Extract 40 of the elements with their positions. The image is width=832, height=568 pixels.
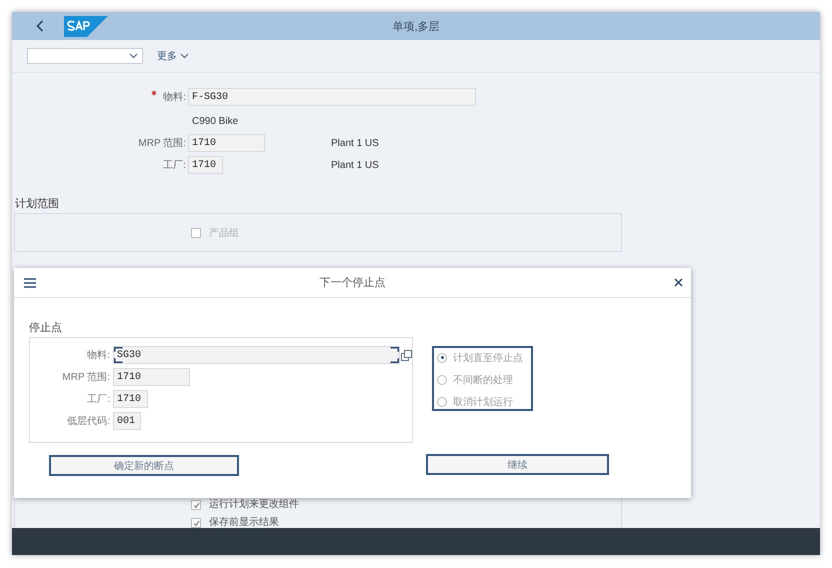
field-label: 工厂: (163, 159, 186, 172)
radio-icon[interactable] (437, 352, 447, 362)
input-field[interactable]: 001 (113, 412, 141, 430)
radio-icon[interactable] (437, 374, 447, 384)
checkbox-label: 产品组 (209, 226, 239, 240)
section-title: 停止点 (29, 320, 63, 335)
input-field[interactable]: SG30 (113, 346, 400, 364)
input-field[interactable]: F-SG30 (188, 88, 476, 106)
input-field[interactable]: 1710 (113, 368, 190, 386)
copy-icon[interactable] (401, 350, 412, 360)
field-label: 物料: (163, 90, 186, 104)
dropdown-field[interactable] (27, 48, 143, 64)
page-title: 单项,多层 (392, 20, 440, 32)
radio-icon[interactable] (437, 396, 447, 406)
chevron-down-icon (180, 53, 189, 59)
input-field[interactable]: 1710 (188, 134, 265, 152)
field-description: C990 Bike (192, 116, 238, 126)
checkbox-label: 保存前显示结果 (209, 517, 279, 529)
input-field[interactable]: 1710 (188, 156, 223, 174)
input-field[interactable]: 1710 (113, 390, 148, 408)
menu-icon[interactable] (24, 278, 36, 288)
close-icon[interactable] (674, 278, 683, 287)
field-label: MRP 范围: (138, 136, 186, 150)
dialog-title: 下一个停止点 (320, 277, 386, 289)
set-breakpoint-button[interactable]: 确定新的断点 (49, 455, 239, 476)
field-label: 物料: (86, 348, 111, 362)
field-label: 工厂: (86, 393, 111, 406)
field-label: 低层代码: (66, 415, 111, 428)
chevron-down-icon (129, 53, 138, 59)
continue-button[interactable]: 继续 (426, 454, 609, 475)
field-description: Plant 1 US (331, 138, 379, 148)
field-label: MRP 范围: (61, 370, 111, 384)
more-menu[interactable]: 更多 (157, 49, 189, 63)
checkbox[interactable] (191, 500, 201, 510)
section-title: 计划范围 (15, 197, 60, 211)
required-icon (151, 90, 158, 96)
logo-icon (64, 16, 108, 36)
field-description: Plant 1 US (331, 160, 379, 170)
checkbox[interactable] (191, 518, 201, 528)
checkbox-label: 运行计划来更改组件 (209, 499, 299, 511)
